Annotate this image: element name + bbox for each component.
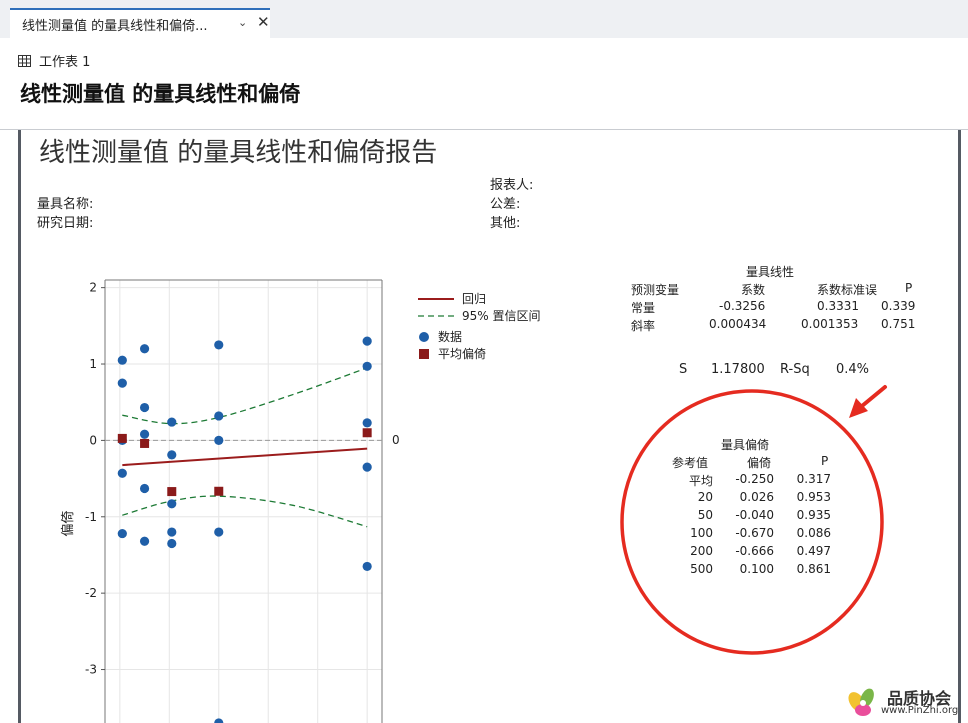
tab-strip: 线性测量值 的量具线性和偏倚... ⌄ ✕: [0, 0, 968, 38]
report-title: 线性测量值 的量具线性和偏倚报告: [39, 138, 438, 168]
divider: [0, 129, 968, 130]
data-point: [362, 561, 372, 572]
legend-regression-label: 回归: [462, 292, 487, 306]
data-point: [362, 361, 372, 371]
data-point: [167, 450, 177, 460]
avg-bias-point: [167, 487, 177, 497]
data-point: [139, 536, 150, 546]
data-point: [362, 336, 372, 346]
linearity-bias-chart: 2 1 0 -1 -2 -3 偏倚: [61, 279, 383, 723]
data-point: [362, 462, 372, 472]
data-point: [214, 340, 224, 350]
legend-data-swatch: [419, 331, 429, 342]
worksheet-label: 工作表 1: [39, 55, 91, 70]
linearity-header: 系数标准误: [817, 283, 878, 297]
avg-bias-point: [117, 433, 127, 443]
avg-bias-point: [140, 438, 150, 448]
tab-title: 线性测量值 的量具线性和偏倚...: [22, 18, 208, 34]
data-point: [214, 718, 224, 723]
gage-name-label: 量具名称:: [37, 197, 94, 212]
tolerance-label: 公差:: [490, 197, 521, 212]
linearity-cell: 0.339: [881, 299, 916, 313]
linearity-cell: 常量: [631, 301, 656, 315]
y-tick-label: -2: [85, 586, 97, 600]
table-grid-icon: [18, 54, 31, 67]
linearity-header: P: [905, 281, 913, 295]
legend-ci-label: 95% 置信区间: [462, 309, 541, 323]
data-point: [139, 483, 150, 494]
legend-ci: 95% 置信区间: [418, 307, 541, 324]
data-point: [117, 378, 127, 388]
data-point: [117, 528, 127, 539]
linearity-cell: 0.3331: [817, 299, 859, 313]
y-tick-label: -3: [85, 663, 97, 677]
linearity-title: 量具线性: [746, 265, 795, 279]
ci-lower-curve: [122, 495, 368, 528]
data-point: [167, 417, 177, 427]
reporter-label: 报表人:: [490, 178, 534, 193]
legend-data: 数据: [418, 328, 462, 345]
report-right-border: [958, 130, 961, 723]
linearity-header: 系数: [741, 283, 766, 297]
legend-avg-bias: 平均偏倚: [418, 345, 486, 362]
y-tick-label: 0: [89, 433, 97, 447]
data-point: [214, 527, 224, 537]
data-point: [167, 527, 177, 537]
avg-bias-point: [214, 486, 224, 496]
data-point: [117, 355, 127, 365]
linearity-cell: 0.751: [881, 317, 916, 331]
worksheet-link[interactable]: 工作表 1: [18, 51, 90, 70]
legend-regression: 回归: [418, 290, 486, 307]
study-date-label: 研究日期:: [37, 216, 94, 231]
legend-avg-bias-swatch: [419, 348, 429, 359]
legend-regression-swatch: [418, 297, 454, 300]
data-point: [167, 499, 177, 509]
page-title: 线性测量值 的量具线性和偏倚: [20, 82, 301, 106]
y-tick-label: 2: [89, 281, 97, 295]
data-point: [362, 418, 372, 428]
ref-line-label: 0: [392, 433, 400, 447]
data-point: [117, 468, 127, 478]
y-tick-label: -1: [85, 510, 97, 524]
chevron-down-icon[interactable]: ⌄: [238, 16, 247, 29]
avg-bias-point: [362, 428, 372, 438]
report-left-border: [18, 130, 21, 723]
chart-points: [117, 336, 372, 723]
regression-line: [122, 447, 368, 467]
legend-data-label: 数据: [438, 330, 463, 344]
flower-logo-icon: [848, 688, 874, 716]
y-tick-label: 1: [89, 357, 97, 371]
watermark-url: www.PinZhi.org: [881, 705, 959, 716]
close-icon[interactable]: ✕: [257, 13, 270, 31]
tab-report[interactable]: 线性测量值 的量具线性和偏倚... ⌄ ✕: [10, 8, 270, 38]
linearity-cell: 0.000434: [709, 317, 767, 331]
ci-upper-curve: [122, 367, 368, 425]
watermark-logo: 品质协会 www.PinZhi.org: [843, 682, 963, 722]
linearity-header: 预测变量: [631, 283, 680, 297]
linearity-cell: -0.3256: [719, 299, 766, 313]
annotation-overlay: [620, 385, 887, 655]
data-point: [214, 411, 224, 421]
data-point: [139, 344, 150, 354]
linearity-cell: 斜率: [631, 319, 656, 333]
annotation-arrow-icon: [849, 385, 887, 418]
linearity-cell: 0.001353: [801, 317, 859, 331]
other-label: 其他:: [490, 216, 521, 231]
data-point: [167, 538, 177, 549]
data-point: [214, 435, 224, 445]
y-axis-label: 偏倚: [61, 511, 76, 537]
data-point: [139, 429, 150, 439]
chart-y-ticks: 2 1 0 -1 -2 -3: [85, 281, 105, 677]
legend-avg-bias-label: 平均偏倚: [438, 347, 487, 361]
legend-ci-swatch: [418, 314, 454, 317]
data-point: [139, 402, 150, 413]
annotation-circle: [620, 389, 884, 655]
